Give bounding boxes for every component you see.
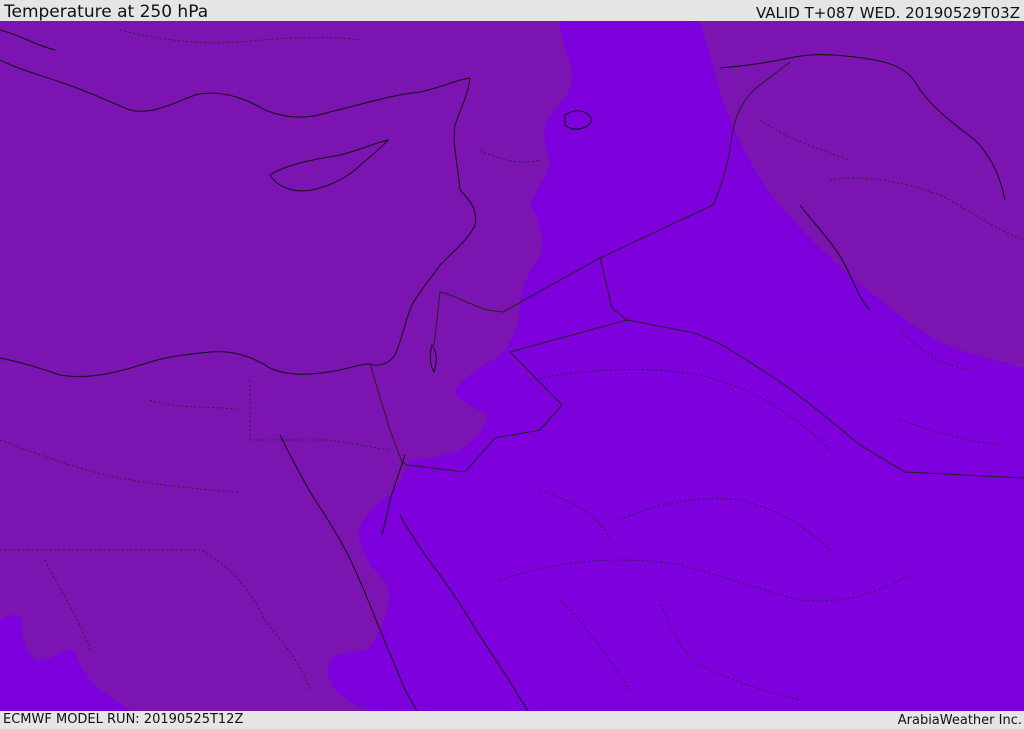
- credit-label: ArabiaWeather Inc.: [897, 713, 1022, 728]
- header-bar: Temperature at 250 hPa VALID T+087 WED. …: [0, 0, 1024, 21]
- map-title: Temperature at 250 hPa: [4, 2, 209, 22]
- model-run-label: ECMWF MODEL RUN: 20190525T12Z: [3, 712, 244, 727]
- temperature-map: [0, 21, 1024, 711]
- valid-time-label: VALID T+087 WED. 20190529T03Z: [755, 4, 1020, 22]
- weather-map-page: Temperature at 250 hPa VALID T+087 WED. …: [0, 0, 1024, 729]
- footer-bar: ECMWF MODEL RUN: 20190525T12Z ArabiaWeat…: [0, 711, 1024, 729]
